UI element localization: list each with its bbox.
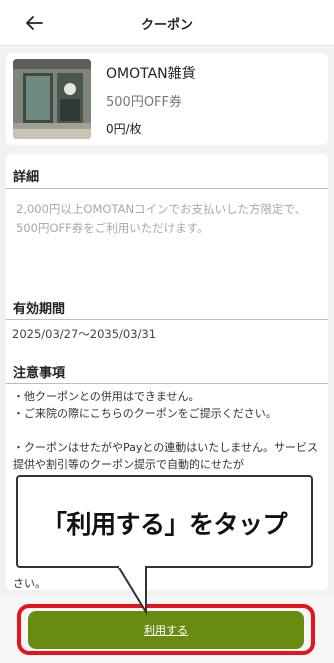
- note-line: さい。: [13, 577, 46, 590]
- details-heading: 詳細: [13, 170, 40, 185]
- note-line: ・他クーポンとの併用はできません。: [13, 390, 200, 403]
- validity-heading: 有効期間: [13, 302, 66, 317]
- details-description: 2,000円以上OMOTANコインでお支払いした方限定で、500円OFF券をご利…: [16, 202, 307, 235]
- callout-text: 「利用する」をタップ: [41, 510, 288, 539]
- shop-name: OMOTAN雑貨: [106, 66, 196, 82]
- divider: [6, 188, 328, 189]
- coupon-title: 500円OFF券: [106, 95, 183, 110]
- use-coupon-button[interactable]: 利用する: [28, 611, 304, 649]
- divider: [6, 383, 328, 384]
- note-line: ・クーポンはせたがやPayとの連動はいたしません。サービス提供や割引等のクーポン…: [13, 441, 318, 471]
- instruction-callout: 「利用する」をタップ: [16, 475, 313, 568]
- page-title: クーポン: [140, 18, 193, 33]
- validity-period: 2025/03/27～2035/03/31: [12, 327, 157, 341]
- note-line: ・ご来院の際にこちらのクーポンをご提示ください。: [13, 407, 277, 420]
- notes-heading: 注意事項: [13, 366, 66, 381]
- divider: [6, 319, 328, 320]
- coupon-price: 0円/枚: [106, 122, 142, 136]
- shop-photo: [13, 59, 91, 139]
- coupon-summary-card: OMOTAN雑貨 500円OFF券 0円/枚: [6, 53, 328, 145]
- app-header: クーポン: [0, 0, 334, 46]
